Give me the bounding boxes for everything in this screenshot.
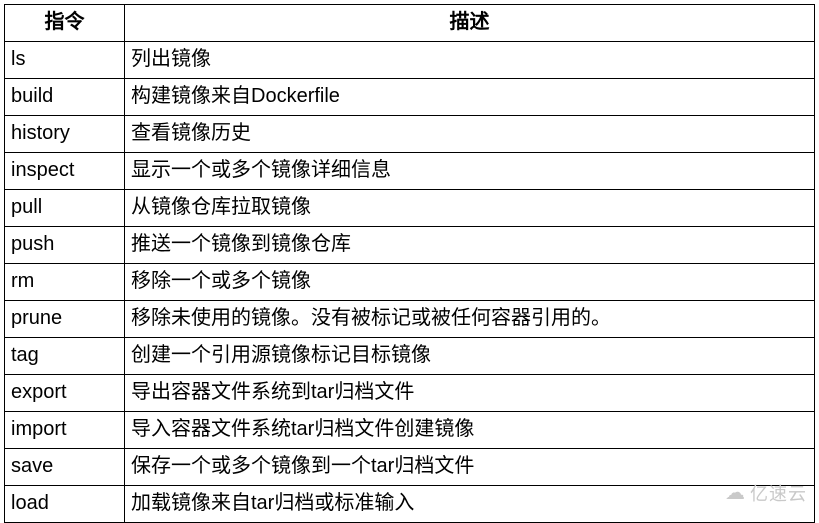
table-row: export 导出容器文件系统到tar归档文件 bbox=[5, 375, 815, 412]
docker-image-commands-table: 指令 描述 ls 列出镜像 build 构建镜像来自Dockerfile his… bbox=[4, 4, 815, 523]
cell-command: import bbox=[5, 412, 125, 449]
cell-command: history bbox=[5, 116, 125, 153]
cell-description: 创建一个引用源镜像标记目标镜像 bbox=[125, 338, 815, 375]
cell-description: 推送一个镜像到镜像仓库 bbox=[125, 227, 815, 264]
cell-description: 移除一个或多个镜像 bbox=[125, 264, 815, 301]
cell-command: tag bbox=[5, 338, 125, 375]
watermark: ☁ 亿速云 bbox=[725, 480, 807, 506]
cell-description: 移除未使用的镜像。没有被标记或被任何容器引用的。 bbox=[125, 301, 815, 338]
header-description: 描述 bbox=[125, 5, 815, 42]
cell-command: prune bbox=[5, 301, 125, 338]
cell-command: ls bbox=[5, 42, 125, 79]
cell-description: 显示一个或多个镜像详细信息 bbox=[125, 153, 815, 190]
cell-description: 保存一个或多个镜像到一个tar归档文件 bbox=[125, 449, 815, 486]
table-row: inspect 显示一个或多个镜像详细信息 bbox=[5, 153, 815, 190]
cell-description: 列出镜像 bbox=[125, 42, 815, 79]
cell-description: 加载镜像来自tar归档或标准输入 bbox=[125, 486, 815, 523]
cloud-icon: ☁ bbox=[725, 483, 746, 503]
cell-command: rm bbox=[5, 264, 125, 301]
table-row: prune 移除未使用的镜像。没有被标记或被任何容器引用的。 bbox=[5, 301, 815, 338]
cell-description: 导入容器文件系统tar归档文件创建镜像 bbox=[125, 412, 815, 449]
cell-description: 导出容器文件系统到tar归档文件 bbox=[125, 375, 815, 412]
table-row: rm 移除一个或多个镜像 bbox=[5, 264, 815, 301]
table-row: tag 创建一个引用源镜像标记目标镜像 bbox=[5, 338, 815, 375]
table-row: pull 从镜像仓库拉取镜像 bbox=[5, 190, 815, 227]
cell-command: load bbox=[5, 486, 125, 523]
table-row: history 查看镜像历史 bbox=[5, 116, 815, 153]
cell-description: 构建镜像来自Dockerfile bbox=[125, 79, 815, 116]
table-row: load 加载镜像来自tar归档或标准输入 bbox=[5, 486, 815, 523]
header-command: 指令 bbox=[5, 5, 125, 42]
cell-command: export bbox=[5, 375, 125, 412]
table-row: ls 列出镜像 bbox=[5, 42, 815, 79]
cell-command: save bbox=[5, 449, 125, 486]
cell-command: build bbox=[5, 79, 125, 116]
table-header-row: 指令 描述 bbox=[5, 5, 815, 42]
cell-command: inspect bbox=[5, 153, 125, 190]
table-row: push 推送一个镜像到镜像仓库 bbox=[5, 227, 815, 264]
cell-command: push bbox=[5, 227, 125, 264]
watermark-text: 亿速云 bbox=[750, 480, 807, 506]
cell-command: pull bbox=[5, 190, 125, 227]
table-row: import 导入容器文件系统tar归档文件创建镜像 bbox=[5, 412, 815, 449]
table-row: build 构建镜像来自Dockerfile bbox=[5, 79, 815, 116]
table-row: save 保存一个或多个镜像到一个tar归档文件 bbox=[5, 449, 815, 486]
cell-description: 查看镜像历史 bbox=[125, 116, 815, 153]
cell-description: 从镜像仓库拉取镜像 bbox=[125, 190, 815, 227]
